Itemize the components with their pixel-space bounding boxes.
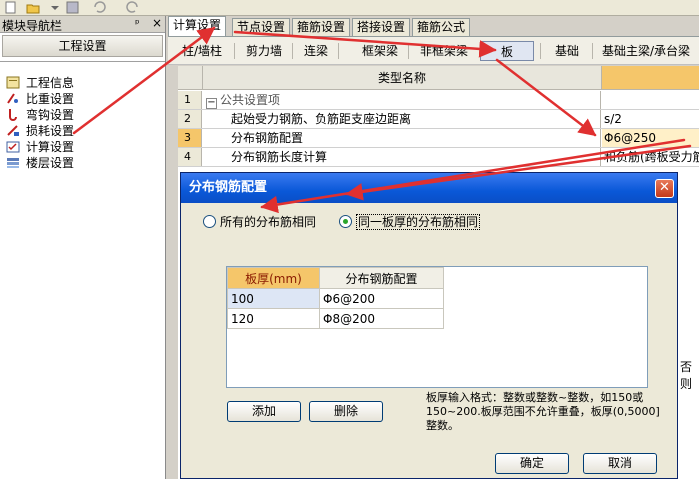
new-file-icon[interactable]: [4, 1, 18, 14]
table-row[interactable]: 4 分布钢筋长度计算 和负筋(跨板受力筋: [178, 148, 699, 167]
separator: [540, 43, 541, 59]
project-settings-button[interactable]: 工程设置: [2, 35, 163, 57]
radio-circle-icon[interactable]: [203, 215, 216, 228]
thickness-cell[interactable]: 100: [227, 288, 320, 309]
close-icon[interactable]: ✕: [655, 179, 674, 198]
distribution-rebar-dialog: 分布钢筋配置 ✕ 所有的分布筋相同 同一板厚的分布筋相同 板厚(mm) 分布钢筋…: [180, 172, 678, 479]
nav-item-calc-settings[interactable]: 计算设置: [6, 139, 74, 155]
subtab-frame-beam[interactable]: 框架梁: [360, 41, 400, 61]
calc-settings-icon: [6, 141, 20, 153]
nav-item-weight-settings[interactable]: 比重设置: [6, 91, 74, 107]
add-button[interactable]: 添加: [227, 401, 301, 422]
thickness-cell[interactable]: 120: [227, 308, 320, 329]
thickness-config-table: 板厚(mm) 分布钢筋配置 100 Φ6@200 120 Φ8@200: [227, 267, 444, 329]
module-navigation-panel: 模块导航栏 ᵖ × 工程设置 工程信息 比重设置 弯钩设置 损耗设置 计算设置 …: [0, 16, 166, 479]
grid-corner: [178, 66, 203, 90]
open-folder-icon[interactable]: [26, 1, 40, 14]
nav-item-loss-settings[interactable]: 损耗设置: [6, 123, 74, 139]
subtab-foundation-beam[interactable]: 基础主梁/承台梁: [600, 41, 699, 61]
subtab-foundation[interactable]: 基础: [553, 41, 581, 61]
weight-settings-icon: [7, 93, 18, 104]
grid-header-value: [602, 66, 699, 90]
thickness-config-table-panel: 板厚(mm) 分布钢筋配置 100 Φ6@200 120 Φ8@200: [226, 266, 648, 388]
input-format-hint: 板厚输入格式：整数或整数~整数，如150或150~200.板厚范围不允许重叠，板…: [426, 391, 660, 432]
rebar-config-cell[interactable]: Φ6@200: [319, 288, 444, 309]
nav-item-project-info[interactable]: 工程信息: [6, 75, 74, 91]
undo-icon[interactable]: [92, 1, 106, 14]
tab-stirrup-settings[interactable]: 箍筋设置: [292, 18, 351, 36]
dialog-title: 分布钢筋配置: [181, 173, 677, 203]
settings-tabs: 计算设置 节点设置 箍筋设置 搭接设置 箍筋公式: [168, 16, 699, 37]
project-info-icon: [6, 76, 20, 89]
separator: [338, 43, 339, 59]
floor-settings-icon: [7, 158, 19, 168]
tab-node-settings[interactable]: 节点设置: [232, 18, 291, 36]
tab-calc-settings[interactable]: 计算设置: [168, 16, 227, 37]
subtab-slab[interactable]: 板: [480, 41, 534, 61]
separator: [592, 43, 593, 59]
delete-button[interactable]: 删除: [309, 401, 383, 422]
top-toolbar: [0, 0, 699, 16]
subtab-shear-wall[interactable]: 剪力墙: [244, 41, 284, 61]
subtab-column[interactable]: 柱/墙柱: [180, 41, 236, 61]
nav-item-floor-settings[interactable]: 楼层设置: [6, 155, 74, 171]
nav-item-hook-settings[interactable]: 弯钩设置: [6, 107, 74, 123]
radio-same-thickness[interactable]: 同一板厚的分布筋相同: [339, 213, 481, 231]
column-header-thickness: 板厚(mm): [227, 267, 320, 289]
collapse-icon[interactable]: −: [206, 98, 217, 109]
radio-selected-icon[interactable]: [339, 215, 352, 228]
hook-settings-icon: [9, 109, 17, 121]
table-row[interactable]: 100 Φ6@200: [227, 288, 444, 309]
table-row[interactable]: 1 − 公共设置项: [178, 91, 699, 110]
table-row[interactable]: 120 Φ8@200: [227, 308, 444, 329]
pin-icon[interactable]: ᵖ: [135, 17, 140, 30]
close-icon[interactable]: ×: [152, 16, 162, 30]
separator: [292, 43, 293, 59]
tab-stirrup-formula[interactable]: 箍筋公式: [412, 18, 471, 36]
nav-header: 模块导航栏 ᵖ ×: [0, 16, 165, 33]
save-icon[interactable]: [66, 1, 80, 14]
redo-icon[interactable]: [126, 1, 140, 14]
nav-list: 工程信息 比重设置 弯钩设置 损耗设置 计算设置 楼层设置: [0, 61, 165, 479]
tab-lap-settings[interactable]: 搭接设置: [352, 18, 411, 36]
cancel-button[interactable]: 取消: [583, 453, 657, 474]
component-toolbar: 柱/墙柱 剪力墙 连梁 框架梁 非框架梁 板 基础 基础主梁/承台梁: [168, 36, 699, 65]
rebar-config-cell[interactable]: Φ8@200: [319, 308, 444, 329]
separator: [408, 43, 409, 59]
subtab-coupling-beam[interactable]: 连梁: [302, 41, 330, 61]
table-row[interactable]: 2 起始受力钢筋、负筋距支座边距离 s/2: [178, 110, 699, 129]
ok-button[interactable]: 确定: [495, 453, 569, 474]
grid-header-type-name: 类型名称: [203, 66, 602, 90]
loss-settings-icon: [7, 125, 19, 136]
dropdown-icon[interactable]: [48, 1, 62, 14]
separator: [234, 43, 235, 59]
radio-all-same[interactable]: 所有的分布筋相同: [203, 213, 316, 231]
nav-title: 模块导航栏: [2, 19, 63, 33]
column-header-rebar-config: 分布钢筋配置: [319, 267, 444, 289]
subtab-non-frame-beam[interactable]: 非框架梁: [418, 41, 470, 61]
partial-cell-text: 否则: [680, 360, 693, 391]
table-row-selected[interactable]: 3 分布钢筋配置 Φ6@250: [178, 129, 699, 148]
